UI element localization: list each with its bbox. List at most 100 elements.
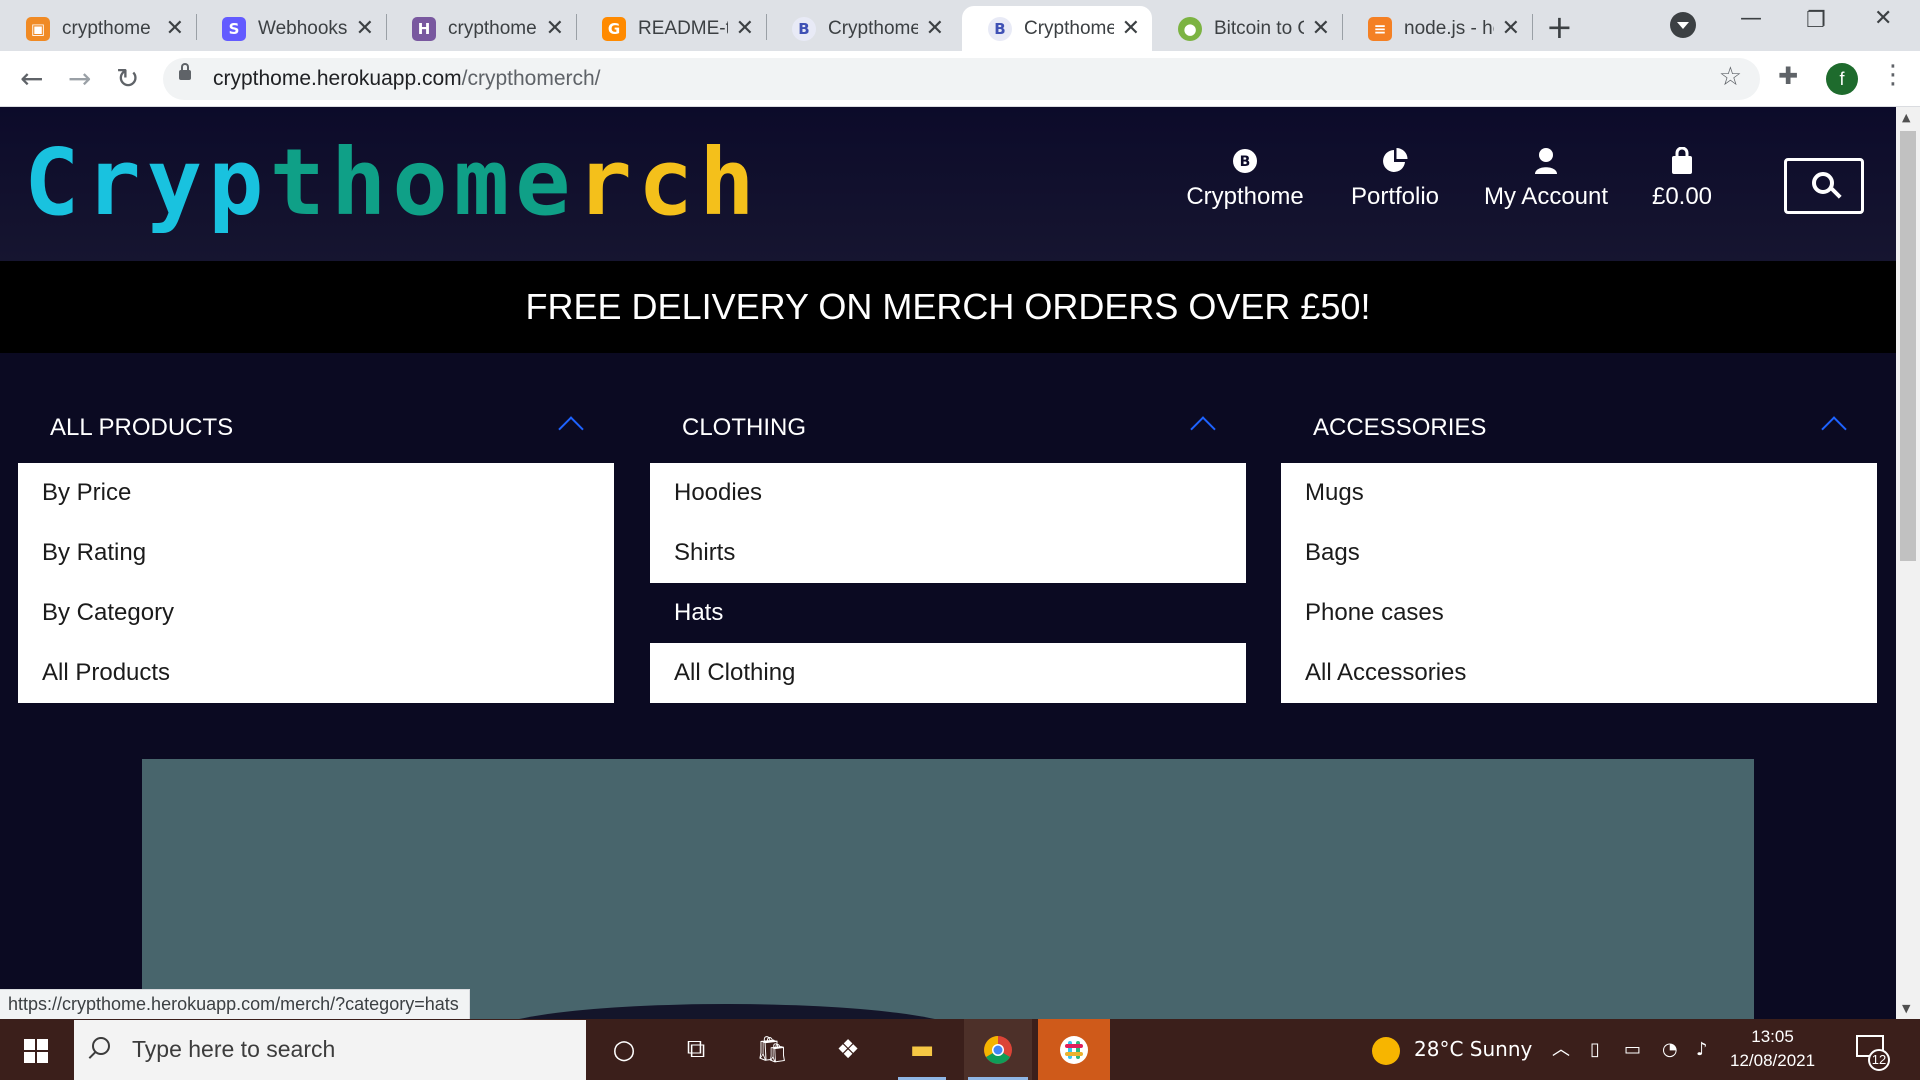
page-scrollbar[interactable]: ▲ ▼ [1896,107,1920,1019]
free-delivery-banner: FREE DELIVERY ON MERCH ORDERS OVER £50! [0,261,1896,353]
browser-tab[interactable]: ≡ node.js - he ✕ [1342,6,1532,51]
url-bar[interactable]: crypthome.herokuapp.com/crypthomerch/ ☆ [163,58,1760,100]
close-icon[interactable]: ✕ [356,16,374,41]
device-icon[interactable]: ▯ [1590,1019,1600,1080]
close-icon[interactable]: ✕ [166,16,184,41]
close-icon[interactable]: ✕ [1502,16,1520,41]
bitcoin-icon: B [792,16,816,41]
menu-header-all-products[interactable]: ALL PRODUCTS [18,393,614,463]
user-icon [1535,148,1557,174]
restore-icon[interactable]: ❐ [1806,8,1826,33]
task-view-icon[interactable]: ⧉ [668,1019,724,1080]
chrome-logo-icon [984,1035,1012,1064]
hero-image [142,759,1754,1019]
close-icon[interactable]: ✕ [546,16,564,41]
stripe-icon: S [222,16,246,41]
profile-avatar[interactable]: f [1826,63,1858,95]
browser-tab[interactable]: B Crypthome ✕ [766,6,956,51]
address-toolbar: ← → ↻ crypthome.herokuapp.com/crypthomer… [0,51,1920,107]
page-content: Crypthomerch B Crypthome Portfolio My Ac… [0,107,1896,1019]
windows-taskbar: Type here to search ○ ⧉ 🛍 ❖ ▬ 28°C Sunny… [0,1019,1920,1080]
bitcoin-icon: B [1233,149,1257,173]
search-button[interactable] [1784,158,1864,214]
nav-crypthome[interactable]: B Crypthome [1185,147,1305,211]
chrome-icon[interactable] [964,1019,1032,1080]
close-icon[interactable]: ✕ [926,16,944,41]
shopping-bag-icon [1672,147,1692,174]
box-icon: ▣ [26,16,50,41]
menu-header-clothing[interactable]: CLOTHING [650,393,1246,463]
menu-item-hats[interactable]: Hats [650,583,1246,643]
close-icon[interactable]: ✕ [1122,16,1140,41]
bitcoin-icon: B [988,16,1012,41]
menu-item-phone-cases[interactable]: Phone cases [1281,583,1877,643]
browser-tab[interactable]: H crypthome ✕ [386,6,576,51]
forward-icon[interactable]: → [68,62,91,95]
notification-count-badge: 12 [1868,1049,1890,1071]
taskbar-search-box[interactable]: Type here to search [74,1020,586,1080]
pie-chart-icon [1383,148,1408,172]
windows-start-icon[interactable] [24,1039,48,1063]
scroll-up-arrow-icon[interactable]: ▲ [1902,111,1910,124]
new-tab-button[interactable]: + [1546,8,1573,46]
browser-tab[interactable]: S Webhooks ✕ [196,6,386,51]
store-icon[interactable]: 🛍 [744,1019,800,1080]
browser-tab-bar: ▣ crypthome ✕ S Webhooks ✕ H crypthome ✕… [0,0,1920,51]
hero-product-shape [487,1004,967,1019]
menu-item-by-rating[interactable]: By Rating [18,523,614,583]
menu-item-mugs[interactable]: Mugs [1281,463,1877,523]
menu-item-bags[interactable]: Bags [1281,523,1877,583]
menu-item-shirts[interactable]: Shirts [650,523,1246,583]
scroll-down-arrow-icon[interactable]: ▼ [1902,1002,1910,1015]
extensions-puzzle-icon[interactable]: ✚ [1778,62,1798,90]
browser-tab[interactable]: ▣ crypthome ✕ [0,6,196,51]
file-explorer-icon[interactable]: ▬ [894,1019,950,1080]
menu-clothing: CLOTHING Hoodies Shirts Hats All Clothin… [650,393,1246,703]
weather-sun-icon[interactable] [1372,1037,1400,1065]
gitpod-icon: G [602,16,626,41]
menu-item-all-clothing[interactable]: All Clothing [650,643,1246,703]
menu-item-all-products[interactable]: All Products [18,643,614,703]
window-close-icon[interactable]: ✕ [1874,6,1892,31]
lock-icon[interactable] [179,63,191,80]
close-icon[interactable]: ✕ [736,16,754,41]
menu-accessories: ACCESSORIES Mugs Bags Phone cases All Ac… [1281,393,1877,703]
cortana-icon[interactable]: ○ [596,1019,652,1080]
menu-item-by-category[interactable]: By Category [18,583,614,643]
coin-icon: ● [1178,16,1202,41]
menu-header-accessories[interactable]: ACCESSORIES [1281,393,1877,463]
nav-portfolio[interactable]: Portfolio [1340,147,1450,211]
heroku-icon: H [412,16,436,41]
browser-tab[interactable]: ● Bitcoin to G ✕ [1152,6,1342,51]
chevron-up-icon [1821,416,1847,442]
close-icon[interactable]: ✕ [1312,16,1330,41]
volume-icon[interactable]: ♪ [1696,1019,1708,1080]
browser-tab[interactable]: G README-te ✕ [576,6,766,51]
site-header: Crypthomerch B Crypthome Portfolio My Ac… [0,107,1896,261]
menu-item-all-accessories[interactable]: All Accessories [1281,643,1877,703]
tab-search-icon[interactable] [1670,12,1696,38]
nav-cart[interactable]: £0.00 [1644,147,1720,211]
back-icon[interactable]: ← [20,62,43,95]
scrollbar-thumb[interactable] [1900,131,1916,561]
nav-my-account[interactable]: My Account [1476,147,1616,211]
show-hidden-icons-icon[interactable]: ︿ [1552,1019,1570,1080]
system-clock[interactable]: 13:05 12/08/2021 [1730,1025,1815,1073]
url-text[interactable]: crypthome.herokuapp.com/crypthomerch/ [213,67,601,91]
wifi-icon[interactable]: ◔ [1662,1019,1678,1080]
minimize-icon[interactable]: — [1740,6,1762,31]
menu-item-hoodies[interactable]: Hoodies [650,463,1246,523]
chevron-up-icon [558,416,584,442]
bookmark-star-icon[interactable]: ☆ [1719,62,1742,92]
svg-text:B: B [1240,154,1251,170]
slack-icon[interactable] [1038,1019,1110,1080]
site-logo[interactable]: Crypthomerch [24,137,761,229]
menu-item-by-price[interactable]: By Price [18,463,614,523]
browser-tab-active[interactable]: B Crypthome ✕ [962,6,1152,51]
slack-logo-icon [1060,1035,1088,1064]
battery-icon[interactable]: ▭ [1624,1019,1641,1080]
reload-icon[interactable]: ↻ [116,62,139,95]
dropbox-icon[interactable]: ❖ [820,1019,876,1080]
weather-text[interactable]: 28°C Sunny [1414,1019,1532,1080]
browser-menu-icon[interactable]: ⋮ [1880,60,1906,90]
